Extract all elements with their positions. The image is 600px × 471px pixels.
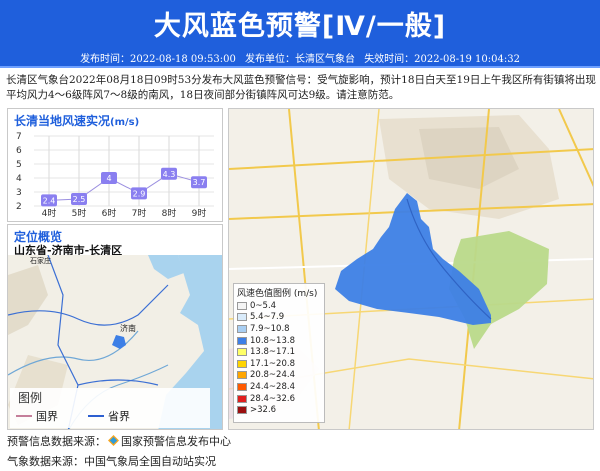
legend-label: 13.8~17.1 — [250, 347, 295, 358]
legend-label: 0~5.4 — [250, 300, 277, 311]
x-tick-label: 6时 — [102, 207, 117, 219]
legend-item: 0~5.4 — [234, 300, 324, 312]
y-tick-label: 3 — [16, 188, 22, 198]
wind-legend-title: 风速色值图例 (m/s) — [237, 289, 318, 299]
y-tick-label: 7 — [16, 132, 22, 142]
y-tick-label: 6 — [16, 146, 22, 156]
x-tick-label: 4时 — [42, 207, 57, 219]
legend-label: 17.1~20.8 — [250, 358, 295, 369]
country-border-legend: 国界 — [16, 408, 58, 424]
shijiazhuang-label: 石家庄 — [30, 256, 51, 265]
legend-swatch — [237, 348, 247, 357]
publish-unit: 发布单位：长清区气象台 — [245, 54, 355, 65]
data-label: 3.7 — [193, 178, 206, 187]
legend-item: 7.9~10.8 — [234, 323, 324, 335]
legend-item: 10.8~13.8 — [234, 335, 324, 347]
data-label: 4.3 — [163, 170, 176, 179]
legend-label: 20.8~24.4 — [250, 370, 295, 381]
legend-label: 7.9~10.8 — [250, 323, 290, 334]
warning-source-name[interactable]: 国家预警信息发布中心 — [121, 435, 231, 448]
x-tick-label: 5时 — [72, 207, 87, 219]
expire-time: 失效时间：2022-08-19 10:04:32 — [364, 54, 520, 65]
warning-meta: 发布时间：2022-08-18 09:53:00 发布单位：长清区气象台 失效时… — [0, 50, 600, 65]
legend-swatch — [237, 313, 247, 322]
jinan-label: 济南 — [120, 323, 136, 333]
diamond-logo-icon — [108, 435, 119, 446]
province-border-legend: 省界 — [88, 408, 130, 424]
y-tick-label: 5 — [16, 160, 22, 170]
legend-label: 28.4~32.6 — [250, 393, 295, 404]
wind-speed-chart: 2 3 4 5 6 7 4时 5时 6时 7时 8时 9时 2.4 2.5 4 2.9 4.3 3.7 — [16, 132, 214, 219]
legend-swatch — [237, 406, 247, 415]
legend-swatch — [237, 336, 247, 345]
legend-item: 13.8~17.1 — [234, 346, 324, 358]
legend-item: 24.4~28.4 — [234, 381, 324, 393]
country-border-swatch — [16, 415, 32, 417]
x-tick-label: 8时 — [162, 207, 177, 219]
warning-source: 预警信息数据来源： 国家预警信息发布中心 — [7, 435, 231, 448]
legend-item: 28.4~32.6 — [234, 393, 324, 405]
legend-swatch — [237, 382, 247, 391]
legend-item: >32.6 — [234, 404, 324, 416]
legend-swatch — [237, 394, 247, 403]
legend-item: 17.1~20.8 — [234, 358, 324, 370]
x-tick-label: 9时 — [192, 207, 207, 219]
wind-speed-panel: 长清当地风速实况(m/s) 234567 4时 5时 6时 7时 8时 9时 2.4 2.5… — [7, 108, 223, 222]
warning-description: 长清区气象台2022年08月18日09时53分发布大风蓝色预警信号：受气旋影响，… — [6, 74, 596, 101]
legend-swatch — [237, 324, 247, 333]
data-label: 4 — [106, 174, 111, 183]
y-tick-label: 2 — [16, 202, 22, 212]
location-legend: 图例 国界 省界 — [10, 388, 210, 428]
weather-source: 气象数据来源：中国气象局全国自动站实况 — [7, 455, 216, 468]
legend-label: 24.4~28.4 — [250, 381, 295, 392]
legend-item: 20.8~24.4 — [234, 370, 324, 382]
warning-title: 大风蓝色预警[Ⅳ/一般] — [153, 11, 447, 42]
location-legend-title: 图例 — [18, 391, 43, 405]
warning-header: 大风蓝色预警[Ⅳ/一般] 发布时间：2022-08-18 09:53:00 发布… — [0, 0, 600, 68]
legend-swatch — [237, 371, 247, 380]
wind-color-legend: 风速色值图例 (m/s) 0~5.4 5.4~7.9 7.9~10.8 10.8~13… — [233, 283, 325, 423]
province-border-swatch — [88, 415, 104, 417]
legend-item: 5.4~7.9 — [234, 312, 324, 324]
data-label: 2.5 — [73, 195, 86, 204]
data-label: 2.9 — [133, 189, 146, 198]
legend-swatch — [237, 359, 247, 368]
publish-time: 发布时间：2022-08-18 09:53:00 — [80, 54, 236, 65]
x-tick-label: 7时 — [132, 207, 147, 219]
y-tick-label: 4 — [16, 174, 22, 184]
data-label: 2.4 — [43, 196, 56, 205]
legend-label: >32.6 — [250, 405, 277, 416]
legend-label: 10.8~13.8 — [250, 335, 295, 346]
legend-swatch — [237, 301, 247, 310]
legend-label: 5.4~7.9 — [250, 312, 285, 323]
